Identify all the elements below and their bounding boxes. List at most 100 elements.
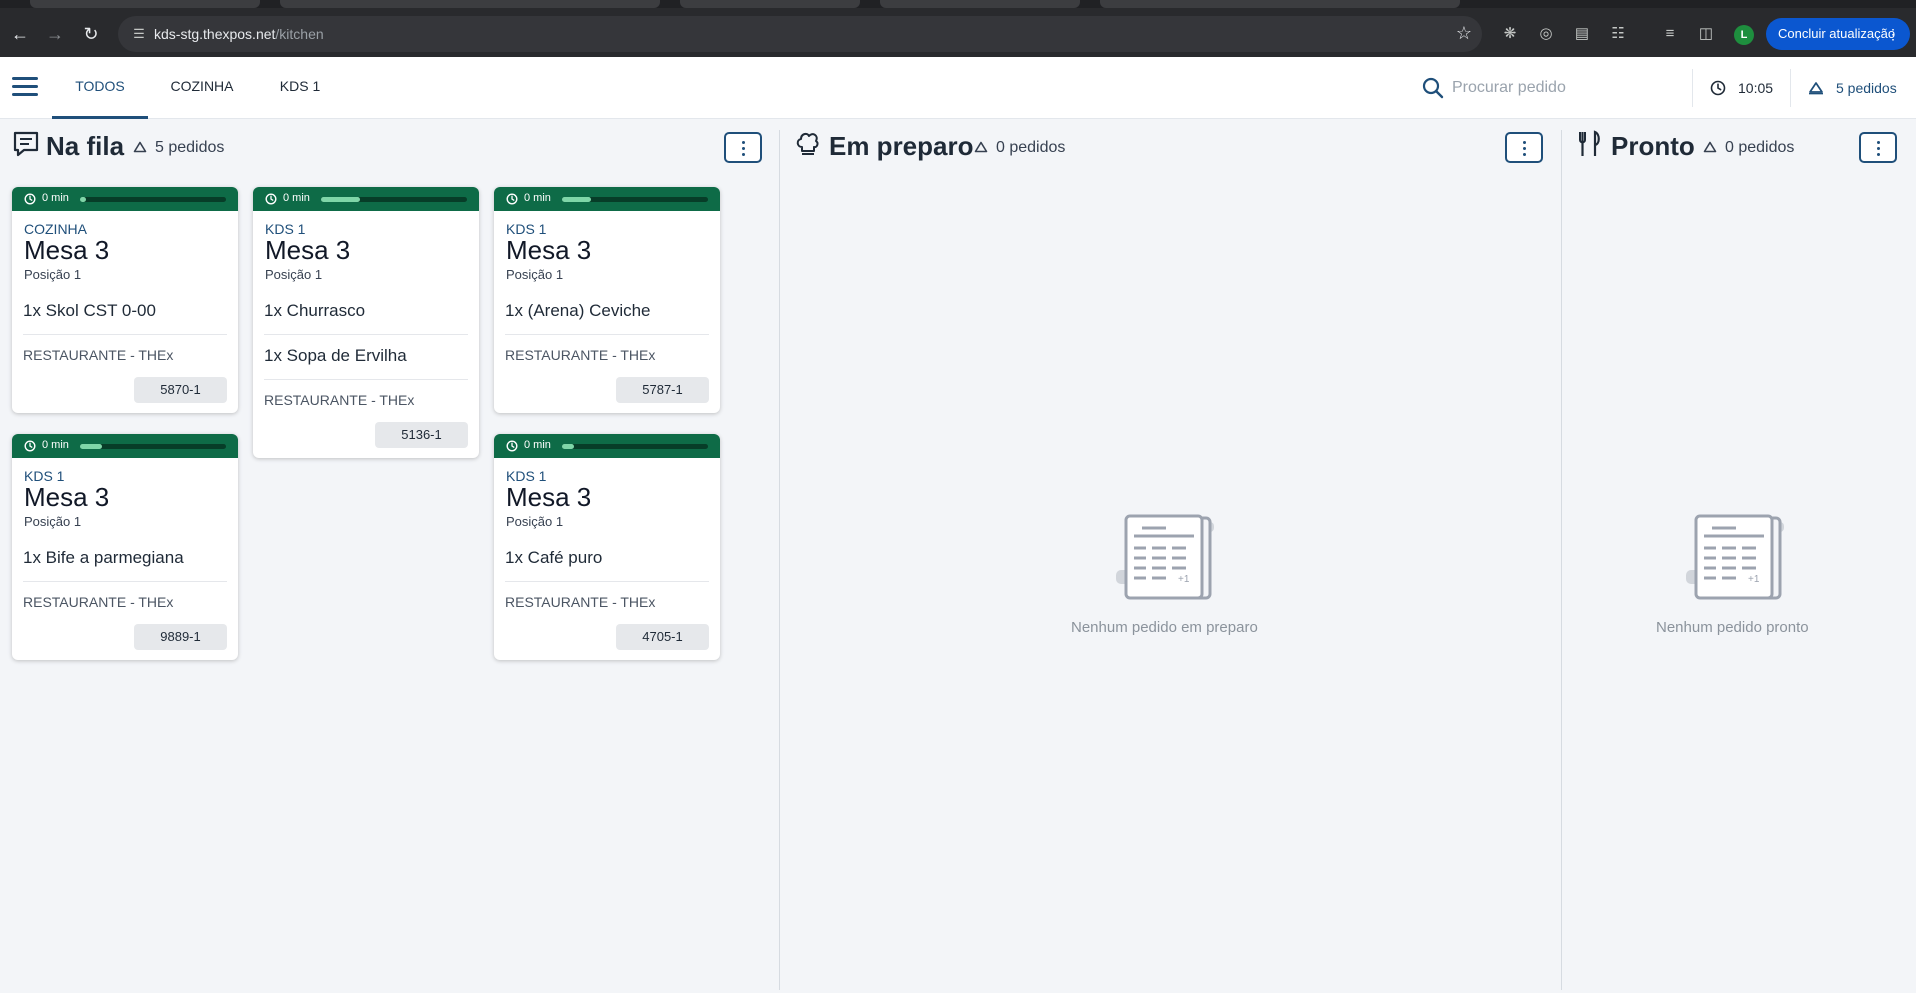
item-divider bbox=[264, 334, 468, 335]
tab-cozinha[interactable]: COZINHA bbox=[160, 57, 244, 119]
app-header: TODOS COZINHA KDS 1 10:05 5 pedidos bbox=[0, 57, 1916, 119]
queue-list-icon bbox=[13, 131, 39, 157]
item-divider bbox=[23, 581, 227, 582]
back-icon[interactable]: ← bbox=[7, 21, 33, 47]
url-text[interactable]: kds-stg.thexpos.net/kitchen bbox=[154, 26, 324, 42]
more-vert-icon[interactable]: ⋮ bbox=[1886, 18, 1900, 50]
extension-icon[interactable]: ◎ bbox=[1536, 24, 1556, 44]
total-order-count: 5 pedidos bbox=[1836, 80, 1897, 96]
tab-kds-1[interactable]: KDS 1 bbox=[270, 57, 330, 119]
media-control-icon[interactable]: ≡ bbox=[1660, 24, 1680, 44]
order-item: 1x (Arena) Ceviche bbox=[505, 301, 651, 320]
column-divider bbox=[1561, 130, 1562, 990]
order-item: 1x Café puro bbox=[505, 548, 603, 567]
progress-track bbox=[80, 197, 226, 202]
site-info-icon[interactable]: ☰ bbox=[130, 25, 148, 43]
order-card[interactable]: 0 min KDS 1 Mesa 3 Posição 1 1x Café puro RES… bbox=[494, 434, 720, 660]
order-table: Mesa 3 bbox=[506, 482, 592, 512]
search-icon[interactable] bbox=[1422, 77, 1444, 99]
progress-fill bbox=[562, 197, 591, 202]
progress-fill bbox=[80, 444, 102, 449]
column-count-preparing: 0 pedidos bbox=[974, 139, 1065, 157]
side-panel-icon[interactable]: ◫ bbox=[1696, 24, 1716, 44]
column-title-queue: Na fila bbox=[46, 131, 125, 161]
bookmark-star-icon[interactable]: ☆ bbox=[1456, 23, 1472, 44]
browser-tab[interactable] bbox=[1100, 0, 1460, 8]
extension-icon[interactable]: ❋ bbox=[1500, 24, 1520, 44]
order-count-icon bbox=[133, 141, 147, 153]
order-table: Mesa 3 bbox=[24, 482, 110, 512]
address-bar[interactable]: ☰ kds-stg.thexpos.net/kitchen ☆ bbox=[118, 16, 1482, 52]
order-timer-bar: 0 min bbox=[12, 434, 238, 458]
order-item: 1x Skol CST 0-00 bbox=[23, 301, 156, 320]
browser-tab[interactable] bbox=[880, 0, 1080, 8]
header-divider bbox=[1692, 69, 1693, 107]
empty-state-text-preparing: Nenhum pedido em preparo bbox=[1071, 619, 1258, 636]
queue-column-menu-button[interactable] bbox=[724, 132, 762, 163]
empty-orders-icon: +1 bbox=[1686, 514, 1784, 600]
elapsed-time: 0 min bbox=[524, 192, 551, 204]
order-card[interactable]: 0 min KDS 1 Mesa 3 Posição 1 1x Churrasco 1x … bbox=[253, 187, 479, 458]
tab-todos[interactable]: TODOS bbox=[52, 57, 148, 119]
order-item: 1x Churrasco bbox=[264, 301, 366, 320]
order-position: Posição 1 bbox=[24, 267, 82, 282]
column-title-preparing: Em preparo bbox=[829, 131, 974, 161]
column-title-ready: Pronto bbox=[1611, 131, 1695, 161]
ready-column-menu-button[interactable] bbox=[1859, 132, 1897, 163]
empty-state-text-ready: Nenhum pedido pronto bbox=[1656, 619, 1809, 636]
hamburger-menu-icon[interactable] bbox=[12, 77, 38, 97]
search-input[interactable] bbox=[1452, 75, 1672, 101]
order-card[interactable]: 0 min KDS 1 Mesa 3 Posição 1 1x (Arena) Cevi… bbox=[494, 187, 720, 413]
order-position: Posição 1 bbox=[506, 267, 564, 282]
order-count-icon bbox=[1809, 82, 1823, 95]
forward-icon[interactable]: → bbox=[42, 21, 68, 47]
browser-tab[interactable] bbox=[680, 0, 860, 8]
progress-track bbox=[562, 444, 708, 449]
clock-icon bbox=[506, 193, 518, 205]
extension-icon[interactable]: ▤ bbox=[1572, 24, 1592, 44]
extensions-puzzle-icon[interactable]: ☷ bbox=[1608, 24, 1628, 44]
browser-tab[interactable] bbox=[280, 0, 660, 8]
order-table: Mesa 3 bbox=[24, 235, 110, 265]
clock-icon bbox=[24, 193, 36, 205]
profile-avatar[interactable]: L bbox=[1734, 25, 1754, 45]
order-timer-bar: 0 min bbox=[494, 187, 720, 211]
item-divider bbox=[505, 581, 709, 582]
column-divider bbox=[779, 130, 780, 990]
order-card[interactable]: 0 min KDS 1 Mesa 3 Posição 1 1x Bife a parme… bbox=[12, 434, 238, 660]
elapsed-time: 0 min bbox=[524, 439, 551, 451]
column-count-ready: 0 pedidos bbox=[1703, 139, 1794, 157]
item-divider bbox=[264, 379, 468, 380]
progress-fill bbox=[321, 197, 360, 202]
order-item: 1x Bife a parmegiana bbox=[23, 548, 184, 567]
order-table: Mesa 3 bbox=[506, 235, 592, 265]
clock-icon bbox=[1710, 80, 1726, 96]
order-position: Posição 1 bbox=[265, 267, 323, 282]
order-timer-bar: 0 min bbox=[494, 434, 720, 458]
order-code-badge: 9889-1 bbox=[134, 624, 227, 650]
order-position: Posição 1 bbox=[24, 514, 82, 529]
progress-track bbox=[562, 197, 708, 202]
chef-hat-icon bbox=[796, 132, 819, 155]
browser-tab[interactable] bbox=[30, 0, 260, 8]
order-card[interactable]: 0 min COZINHA Mesa 3 Posição 1 1x Skol CST 0… bbox=[12, 187, 238, 413]
elapsed-time: 0 min bbox=[42, 192, 69, 204]
order-position: Posição 1 bbox=[506, 514, 564, 529]
restaurant-name: RESTAURANTE - THEx bbox=[264, 392, 415, 408]
fork-knife-icon bbox=[1579, 130, 1600, 156]
restaurant-name: RESTAURANTE - THEx bbox=[23, 347, 174, 363]
browser-toolbar: ← → ↻ ☰ kds-stg.thexpos.net/kitchen ☆ ❋ … bbox=[0, 0, 1916, 57]
item-divider bbox=[505, 334, 709, 335]
svg-text:+1: +1 bbox=[1748, 574, 1760, 585]
progress-fill bbox=[80, 197, 86, 202]
update-button[interactable]: Concluir atualização ⋮ bbox=[1766, 18, 1910, 50]
progress-track bbox=[321, 197, 467, 202]
preparing-column-menu-button[interactable] bbox=[1505, 132, 1543, 163]
restaurant-name: RESTAURANTE - THEx bbox=[505, 594, 656, 610]
order-timer-bar: 0 min bbox=[12, 187, 238, 211]
header-divider bbox=[1790, 69, 1791, 107]
reload-icon[interactable]: ↻ bbox=[78, 21, 104, 47]
order-code-badge: 5136-1 bbox=[375, 422, 468, 448]
restaurant-name: RESTAURANTE - THEx bbox=[505, 347, 656, 363]
current-time: 10:05 bbox=[1738, 80, 1774, 96]
